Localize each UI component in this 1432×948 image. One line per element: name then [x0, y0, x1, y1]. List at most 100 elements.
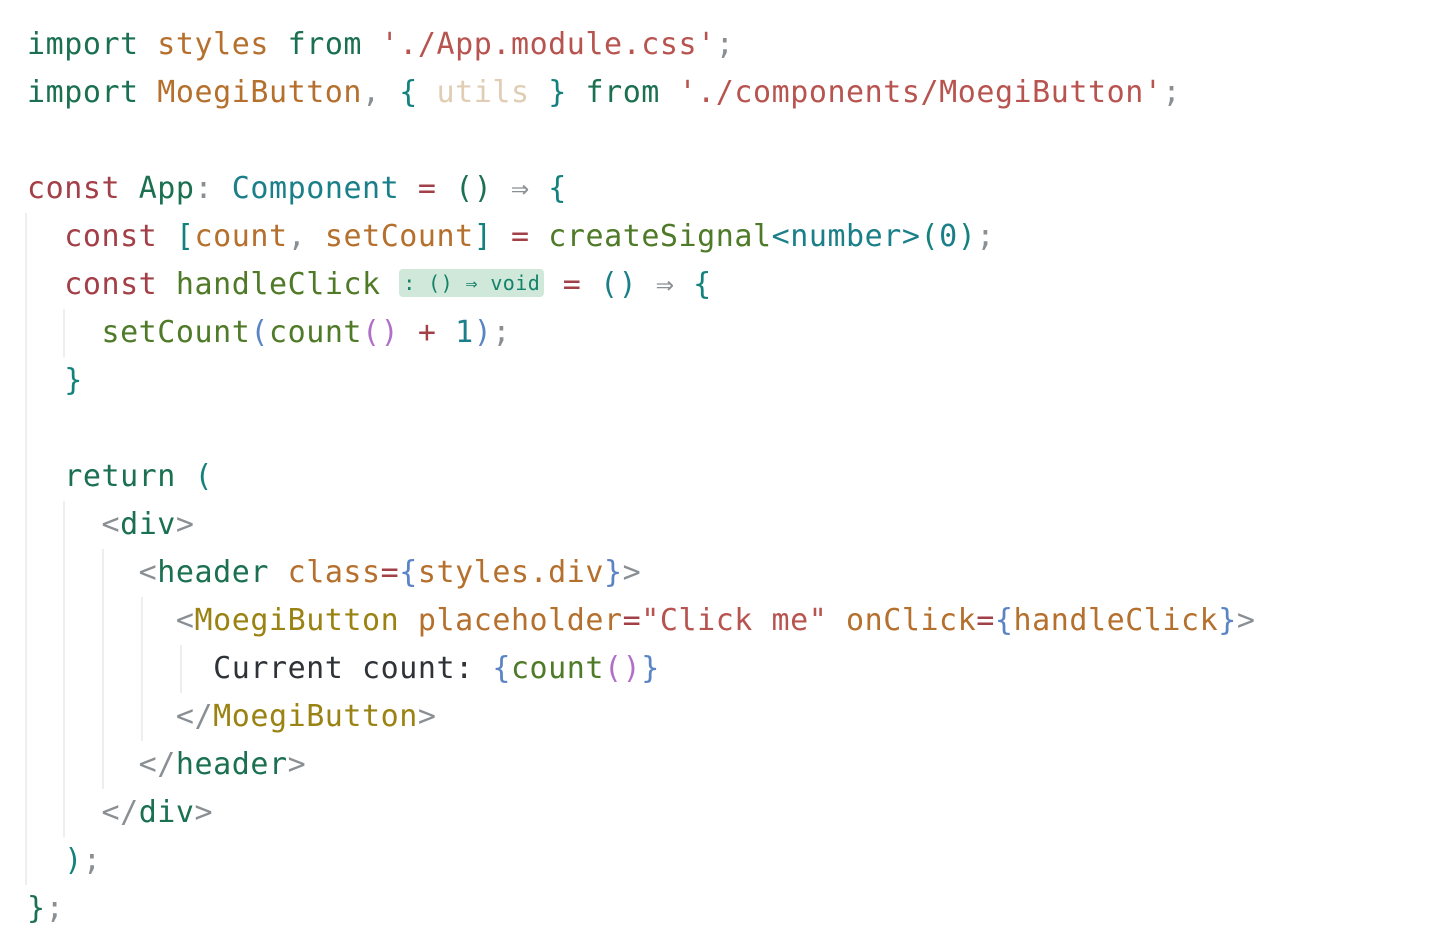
token-module-path: './components/MoegiButton': [678, 75, 1163, 110]
token-colon: :: [194, 171, 214, 206]
code-line-4[interactable]: const App: Component = () ⇒ {: [27, 165, 1432, 213]
token-plus-operator: +: [417, 315, 437, 350]
code-editor[interactable]: import styles from './App.module.css'; i…: [0, 0, 1432, 948]
code-line-1[interactable]: import styles from './App.module.css';: [27, 21, 1432, 69]
token-equals: =: [562, 267, 582, 302]
code-line-6[interactable]: const handleClick : () ⇒ void = () ⇒ {: [27, 261, 1432, 309]
code-line-10[interactable]: return (: [27, 453, 1432, 501]
token-tag-moegibutton: MoegiButton: [213, 699, 418, 734]
token-inner-parens: (): [362, 315, 400, 350]
token-semicolon: ;: [715, 27, 735, 62]
code-line-15[interactable]: </MoegiButton>: [27, 693, 1432, 741]
token-comma: ,: [287, 219, 307, 254]
token-from: from: [585, 75, 660, 110]
token-empty-parens: (): [600, 267, 638, 302]
token-tag-close-bracket: >: [175, 507, 195, 542]
code-line-19[interactable]: };: [27, 885, 1432, 933]
token-paren-open: (: [920, 219, 940, 254]
arrow-icon: ⇒: [511, 171, 530, 206]
token-brace-close: }: [641, 651, 660, 686]
token-equals: =: [622, 603, 642, 638]
token-count-call: count: [268, 315, 363, 350]
code-line-9-blank[interactable]: [27, 405, 1432, 453]
token-jsx-text: Current count:: [213, 651, 474, 686]
token-attr-class: class: [287, 555, 381, 590]
token-return: return: [64, 459, 176, 494]
token-empty-parens: (): [455, 171, 493, 206]
token-brace-open: {: [994, 603, 1014, 638]
token-from: from: [287, 27, 363, 62]
token-attr-placeholder: placeholder: [417, 603, 623, 638]
token-app-identifier: App: [138, 171, 195, 206]
token-const: const: [27, 171, 121, 206]
inlay-type-hint[interactable]: : () ⇒ void: [399, 269, 545, 297]
token-count-call: count: [510, 651, 604, 686]
code-line-18[interactable]: );: [27, 837, 1432, 885]
token-tag-close-open: </: [175, 699, 214, 734]
token-brace-close: }: [548, 75, 567, 110]
token-string-click-me: "Click me": [641, 603, 828, 638]
token-tag-close-bracket: >: [194, 795, 214, 830]
token-tag-header: header: [175, 747, 288, 782]
token-bracket-open: [: [175, 219, 195, 254]
token-import: import: [27, 27, 139, 62]
code-line-2[interactable]: import MoegiButton, { utils } from './co…: [27, 69, 1432, 117]
code-content[interactable]: import styles from './App.module.css'; i…: [0, 0, 1432, 933]
token-tag-close-open: </: [101, 795, 139, 830]
code-line-3-blank[interactable]: [27, 117, 1432, 165]
token-type-component: Component: [231, 171, 400, 206]
token-const: const: [64, 219, 158, 254]
token-equals: =: [976, 603, 995, 638]
token-equals: =: [417, 171, 437, 206]
token-number-zero: 0: [939, 219, 958, 254]
token-number-one: 1: [455, 315, 474, 350]
code-line-11[interactable]: <div>: [27, 501, 1432, 549]
token-equals: =: [380, 555, 400, 590]
token-tag-open-bracket: <: [101, 507, 121, 542]
token-tag-close-bracket: >: [622, 555, 642, 590]
code-line-17[interactable]: </div>: [27, 789, 1432, 837]
token-semicolon: ;: [1162, 75, 1182, 110]
code-line-13[interactable]: <MoegiButton placeholder="Click me" onCl…: [27, 597, 1432, 645]
code-line-12[interactable]: <header class={styles.div}>: [27, 549, 1432, 597]
code-line-8[interactable]: }: [27, 357, 1432, 405]
token-brace-open: {: [399, 555, 418, 590]
code-line-5[interactable]: const [count, setCount] = createSignal<n…: [27, 213, 1432, 261]
token-tag-close-bracket: >: [417, 699, 437, 734]
token-paren-close: ): [64, 843, 83, 878]
token-parens: (): [604, 651, 642, 686]
token-paren-close: ): [473, 315, 493, 350]
token-semicolon: ;: [82, 843, 102, 878]
token-brace-open: {: [492, 651, 511, 686]
code-line-16[interactable]: </header>: [27, 741, 1432, 789]
code-line-7[interactable]: setCount(count() + 1);: [27, 309, 1432, 357]
token-brace-open: {: [548, 171, 567, 206]
token-paren-close: ): [957, 219, 977, 254]
token-tag-div: div: [120, 507, 176, 542]
code-line-14[interactable]: Current count: {count()}: [27, 645, 1432, 693]
token-const: const: [64, 267, 158, 302]
token-brace-open: {: [399, 75, 418, 110]
token-comma: ,: [362, 75, 381, 110]
token-tag-close-open: </: [138, 747, 176, 782]
